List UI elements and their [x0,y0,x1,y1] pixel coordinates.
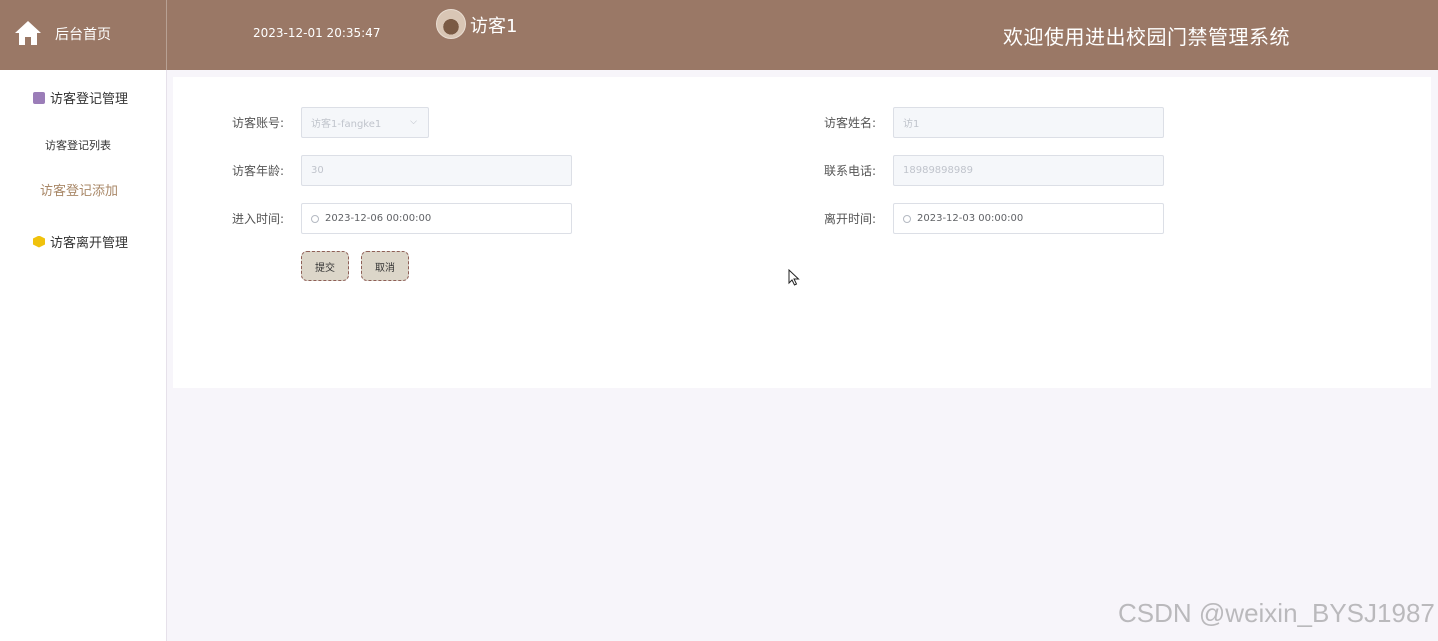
username[interactable]: 访客1 [470,12,517,38]
sidebar: 访客登记管理 访客登记列表 访客登记添加 访客离开管理 [0,70,167,641]
mouse-cursor-icon [788,269,800,286]
form-panel: 访客账号: 访客1-fangke1 ⌵ 访客姓名: 访1 访客年龄: 30 联系… [173,77,1431,388]
entry-time-picker[interactable]: 2023-12-06 00:00:00 [301,203,572,234]
entry-time-label: 进入时间: [232,212,285,226]
menu-visitor-leave[interactable]: 访客离开管理 [33,232,128,251]
box-icon [33,91,45,104]
home-label: 后台首页 [55,27,111,43]
system-title: 欢迎使用进出校园门禁管理系统 [1003,25,1290,49]
name-input[interactable]: 访1 [893,107,1164,138]
current-datetime: 2023-12-01 20:35:47 [253,26,381,40]
name-label: 访客姓名: [824,116,877,130]
menu-visitor-registration[interactable]: 访客登记管理 [33,88,128,107]
menu-item-visitor-registration-add[interactable]: 访客登记添加 [40,180,118,199]
clock-icon [903,214,911,223]
age-label: 访客年龄: [232,164,285,178]
leave-time-label: 离开时间: [824,212,877,226]
top-header: 后台首页 2023-12-01 20:35:47 访客1 欢迎使用进出校园门禁管… [0,0,1438,70]
avatar[interactable] [436,9,466,39]
hexagon-icon [33,235,45,248]
clock-icon [311,214,319,223]
menu-item-visitor-registration-list[interactable]: 访客登记列表 [45,137,111,153]
account-select[interactable]: 访客1-fangke1 ⌵ [301,107,429,138]
home-link[interactable]: 后台首页 [0,0,167,70]
name-value: 访1 [903,119,920,130]
age-value: 30 [311,165,324,176]
menu-group-label: 访客离开管理 [50,236,129,251]
account-value: 访客1-fangke1 [311,119,382,130]
cancel-button[interactable]: 取消 [361,251,409,281]
phone-value: 18989898989 [903,165,973,176]
menu-group-label: 访客登记管理 [50,92,129,107]
phone-input[interactable]: 18989898989 [893,155,1164,186]
phone-label: 联系电话: [824,164,877,178]
account-label: 访客账号: [232,116,285,130]
age-input[interactable]: 30 [301,155,572,186]
leave-time-value: 2023-12-03 00:00:00 [917,213,1024,224]
entry-time-value: 2023-12-06 00:00:00 [325,213,432,224]
chevron-down-icon: ⌵ [410,117,417,127]
leave-time-picker[interactable]: 2023-12-03 00:00:00 [893,203,1164,234]
home-icon [15,21,41,45]
watermark: CSDN @weixin_BYSJ1987 [1118,598,1435,628]
submit-button[interactable]: 提交 [301,251,349,281]
